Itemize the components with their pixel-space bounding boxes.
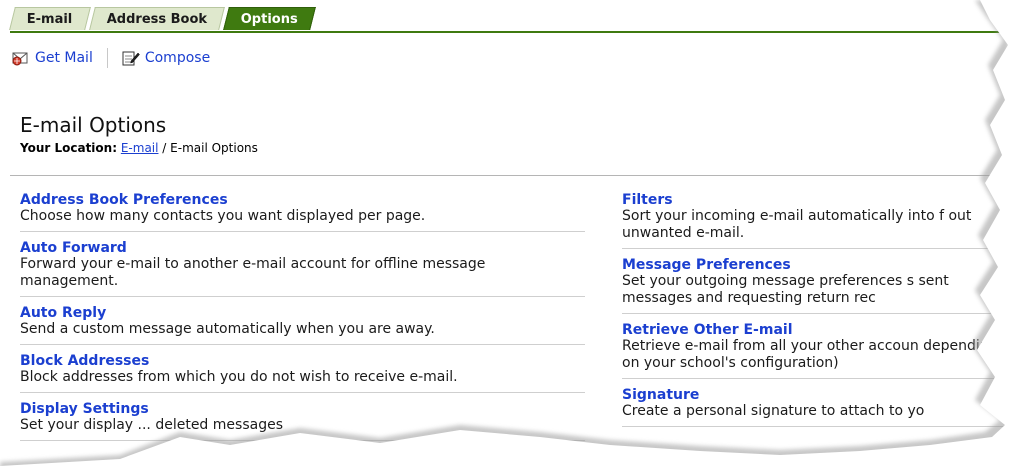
option-link[interactable]: Signature <box>622 387 1009 403</box>
option-address-book-preferences: Address Book Preferences Choose how many… <box>20 192 585 232</box>
option-link[interactable]: Retrieve Other E-mail <box>622 322 1009 338</box>
option-description: Create a personal signature to attach to… <box>622 403 925 419</box>
options-right-column: Filters Sort your incoming e-mail automa… <box>622 192 1009 435</box>
envelope-globe-icon <box>12 52 28 66</box>
tab-address-book-label: Address Book <box>106 12 207 27</box>
option-link[interactable]: Filters <box>622 192 1009 208</box>
tab-options[interactable]: Options <box>222 7 316 30</box>
breadcrumb: Your Location: E-mail / E-mail Options <box>20 141 258 155</box>
option-filters: Filters Sort your incoming e-mail automa… <box>622 192 1009 249</box>
option-link[interactable]: Block Addresses <box>20 353 585 369</box>
tab-bar: E-mail Address Book Options <box>9 7 317 31</box>
option-description: Set your outgoing message preferences s … <box>622 273 949 306</box>
toolbar-separator <box>106 48 108 68</box>
option-link[interactable]: Auto Reply <box>20 305 585 321</box>
page-title: E-mail Options <box>20 113 167 137</box>
header-divider <box>10 175 1005 176</box>
option-signature: Signature Create a personal signature to… <box>622 387 1009 427</box>
get-mail-label: Get Mail <box>35 50 93 66</box>
compose-button[interactable]: Compose <box>122 50 210 66</box>
breadcrumb-link-email[interactable]: E-mail <box>121 141 159 155</box>
option-link[interactable]: Message Preferences <box>622 257 1009 273</box>
option-retrieve-other-email: Retrieve Other E-mail Retrieve e-mail fr… <box>622 322 1009 379</box>
tab-email[interactable]: E-mail <box>9 7 91 30</box>
compose-label: Compose <box>144 50 211 66</box>
options-left-column: Address Book Preferences Choose how many… <box>20 192 585 449</box>
tab-address-book[interactable]: Address Book <box>88 7 225 30</box>
breadcrumb-separator: / <box>162 141 167 155</box>
option-description: Block addresses from which you do not wi… <box>20 369 458 385</box>
option-description: Sort your incoming e-mail automatically … <box>622 208 972 241</box>
option-auto-forward: Auto Forward Forward your e-mail to anot… <box>20 240 585 297</box>
option-link[interactable]: Auto Forward <box>20 240 585 256</box>
breadcrumb-label: Your Location: <box>20 141 118 155</box>
option-link[interactable]: Display Settings <box>20 401 585 417</box>
option-description: Retrieve e-mail from all your other acco… <box>622 338 998 371</box>
option-message-preferences: Message Preferences Set your outgoing me… <box>622 257 1009 314</box>
option-description: Send a custom message automatically when… <box>20 321 435 337</box>
option-description: Forward your e-mail to another e-mail ac… <box>20 256 486 289</box>
breadcrumb-current: E-mail Options <box>170 141 258 155</box>
option-description: Choose how many contacts you want displa… <box>20 208 426 224</box>
tab-underline <box>10 31 1005 33</box>
option-display-settings: Display Settings Set your display ... de… <box>20 401 585 441</box>
option-link[interactable]: Address Book Preferences <box>20 192 585 208</box>
toolbar: Get Mail Compose <box>12 48 210 68</box>
get-mail-button[interactable]: Get Mail <box>12 50 93 66</box>
compose-pencil-icon <box>122 51 140 66</box>
tab-options-label: Options <box>240 12 298 27</box>
option-description: Set your display ... deleted messages <box>20 417 283 433</box>
option-auto-reply: Auto Reply Send a custom message automat… <box>20 305 585 345</box>
tab-email-label: E-mail <box>26 12 73 27</box>
option-block-addresses: Block Addresses Block addresses from whi… <box>20 353 585 393</box>
